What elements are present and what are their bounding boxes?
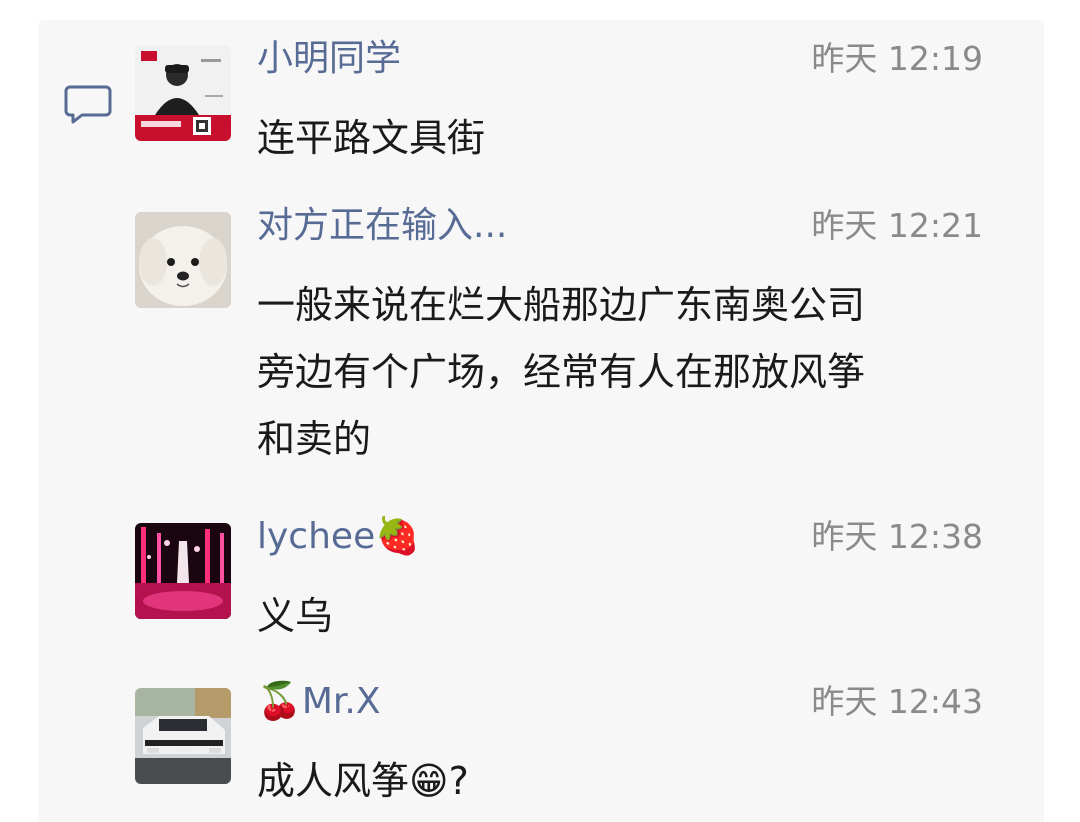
comment-time: 昨天 12:19 xyxy=(811,39,983,78)
comment-time: 昨天 12:43 xyxy=(811,682,983,721)
comment-text: 连平路文具街 xyxy=(257,105,987,172)
comment-text-line: 连平路文具街 xyxy=(257,116,486,160)
comment-time: 昨天 12:21 xyxy=(811,206,983,245)
comment-time: 昨天 12:38 xyxy=(811,517,983,556)
commenter-name[interactable]: 小明同学 xyxy=(257,37,401,81)
comment-text: 成人风筝😁? xyxy=(257,748,987,815)
comment-text-line: 和卖的 xyxy=(257,417,372,461)
comment-icon xyxy=(64,85,112,124)
man-poster-avatar[interactable] xyxy=(135,45,231,141)
commenter-name[interactable]: lychee🍓 xyxy=(257,515,420,559)
comment-text-line: 义乌 xyxy=(257,594,334,638)
neon-lights-avatar[interactable] xyxy=(135,523,231,619)
white-car-avatar[interactable] xyxy=(135,688,231,784)
commenter-name[interactable]: 对方正在输入... xyxy=(257,204,507,248)
comment-text: 一般来说在烂大船那边广东南奥公司 旁边有个广场，经常有人在那放风筝 和卖的 xyxy=(257,272,987,473)
commenter-name[interactable]: 🍒Mr.X xyxy=(257,680,381,724)
comment-text-line: 一般来说在烂大船那边广东南奥公司 xyxy=(257,283,866,327)
white-dog-avatar[interactable] xyxy=(135,212,231,308)
comment-text: 义乌 xyxy=(257,583,987,650)
comment-text-line: 旁边有个广场，经常有人在那放风筝 xyxy=(257,350,866,394)
comment-text-line: 成人风筝😁? xyxy=(257,759,469,803)
